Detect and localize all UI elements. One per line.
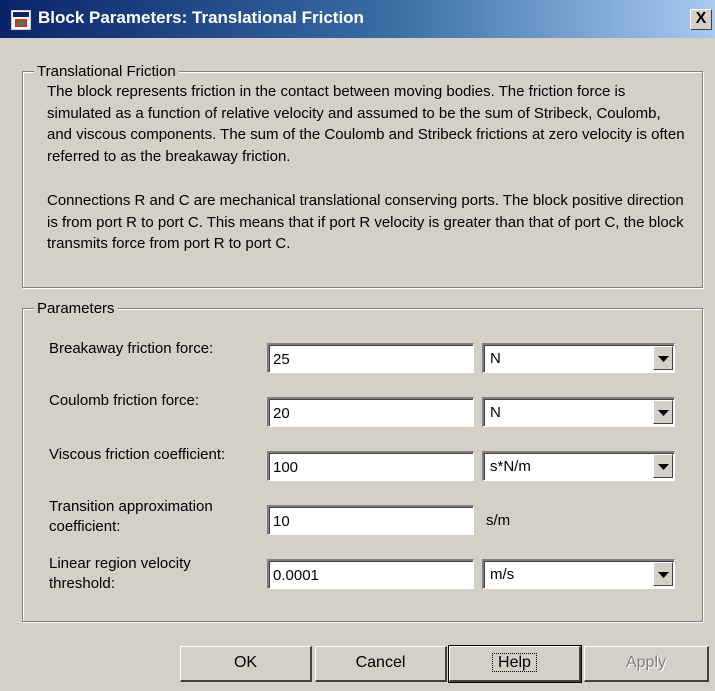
ok-button-label: OK [233,654,258,671]
linear-unit-dropdown-button[interactable] [653,562,673,586]
description-group: Translational Friction The block represe… [22,63,703,288]
viscous-friction-coefficient-value: 100 [273,459,299,476]
linear-region-velocity-threshold-label-line1: Linear region velocity [49,555,191,572]
transition-approximation-coefficient-input[interactable]: 10 [267,505,474,535]
transition-approximation-coefficient-value: 10 [273,513,290,530]
breakaway-friction-force-unit: N [490,350,501,367]
coulomb-friction-force-unit-select[interactable]: N [482,397,675,427]
chevron-down-icon [658,356,669,362]
viscous-unit-dropdown-button[interactable] [653,454,673,478]
simulink-block-icon [11,10,31,30]
breakaway-unit-dropdown-button[interactable] [653,346,673,370]
chevron-down-icon [658,464,669,470]
coulomb-friction-force-unit: N [490,404,501,421]
description-group-title: Translational Friction [34,63,179,80]
close-button[interactable]: X [690,9,712,30]
block-parameters-dialog: Block Parameters: Translational Friction… [0,0,715,691]
linear-region-velocity-threshold-label-line2: threshold: [49,575,115,592]
help-button-label: Help [492,653,537,672]
chevron-down-icon [658,410,669,416]
breakaway-friction-force-input[interactable]: 25 [267,343,474,373]
viscous-friction-coefficient-unit-select[interactable]: s*N/m [482,451,675,481]
coulomb-friction-force-label: Coulomb friction force: [49,392,200,409]
apply-button-label: Apply [625,654,667,671]
transition-approximation-coefficient-label-line2: coefficient: [49,518,121,535]
help-button[interactable]: Help [448,645,582,683]
viscous-friction-coefficient-label: Viscous friction coefficient: [49,446,226,463]
viscous-friction-coefficient-input[interactable]: 100 [267,451,474,481]
window-title: Block Parameters: Translational Friction [38,8,364,27]
linear-region-velocity-threshold-value: 0.0001 [273,567,319,584]
apply-button[interactable]: Apply [584,646,709,682]
ok-button[interactable]: OK [180,646,312,682]
description-paragraph-2: Connections R and C are mechanical trans… [47,192,684,252]
linear-region-velocity-threshold-unit-select[interactable]: m/s [482,559,675,589]
linear-region-velocity-threshold-unit: m/s [490,566,515,583]
coulomb-friction-force-input[interactable]: 20 [267,397,474,427]
linear-region-velocity-threshold-input[interactable]: 0.0001 [267,559,474,589]
cancel-button[interactable]: Cancel [315,646,447,682]
title-bar[interactable]: Block Parameters: Translational Friction… [0,0,715,38]
coulomb-friction-force-value: 20 [273,405,290,422]
viscous-friction-coefficient-unit: s*N/m [490,458,531,475]
breakaway-friction-force-label: Breakaway friction force: [49,340,214,357]
parameters-group: Parameters Breakaway friction force: 25 … [22,300,703,622]
close-icon: X [695,10,707,27]
transition-approximation-coefficient-unit: s/m [486,512,511,529]
chevron-down-icon [658,572,669,578]
breakaway-friction-force-unit-select[interactable]: N [482,343,675,373]
cancel-button-label: Cancel [355,654,406,671]
parameters-group-title: Parameters [34,300,118,317]
coulomb-unit-dropdown-button[interactable] [653,400,673,424]
transition-approximation-coefficient-label-line1: Transition approximation [49,498,213,515]
breakaway-friction-force-value: 25 [273,351,290,368]
description-paragraph-1: The block represents friction in the con… [47,83,685,165]
